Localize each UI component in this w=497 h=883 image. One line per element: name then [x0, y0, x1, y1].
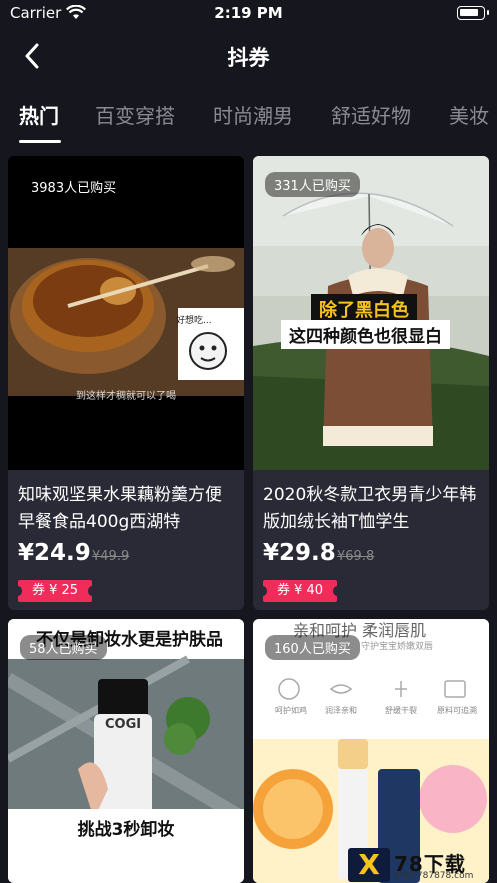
- sold-count: 58人已购买: [20, 635, 107, 660]
- coupon-badge[interactable]: 券 ¥ 40: [258, 580, 342, 602]
- category-tabs: 热门 百变穿搭 时尚潮男 舒适好物 美妆: [0, 84, 497, 146]
- tab-outfits[interactable]: 百变穿搭: [95, 100, 175, 129]
- coupon-badge[interactable]: 券 ¥ 25: [13, 580, 97, 602]
- original-price: ¥69.8: [337, 549, 375, 564]
- image-subtitle: 守护宝宝娇嫩双唇: [361, 642, 434, 652]
- watermark: X 78下载 4007787878.com: [348, 848, 495, 882]
- image-subheadline: 挑战3秒卸妆: [77, 820, 175, 840]
- status-time: 2:19 PM: [214, 4, 283, 22]
- tab-men-fashion[interactable]: 时尚潮男: [213, 100, 293, 129]
- sold-count: 3983人已购买: [31, 181, 117, 196]
- tab-beauty[interactable]: 美妆: [449, 100, 489, 129]
- product-image: 亲和呵护 柔润唇肌 160人已购买 守护宝宝娇嫩双唇 呵护如鸡 润泽亲和 舒缓干…: [253, 619, 489, 883]
- chevron-left-icon: [25, 43, 39, 69]
- product-title: 2020秋冬款卫衣男青少年韩版加绒长袖T恤学生: [263, 485, 477, 532]
- page-title: 抖券: [227, 46, 270, 70]
- battery-icon: [457, 6, 489, 20]
- product-image: 不仅是卸妆水更是护肤品 58人已购买 COGI 挑战3秒卸妆: [8, 619, 244, 883]
- status-bar: Carrier 2:19 PM: [0, 0, 497, 28]
- active-tab-indicator: [19, 140, 61, 143]
- feature-label: 呵护如鸡: [275, 706, 307, 715]
- product-card[interactable]: 亲和呵护 柔润唇肌 160人已购买 守护宝宝娇嫩双唇 呵护如鸡 润泽亲和 舒缓干…: [253, 619, 489, 883]
- product-card[interactable]: 331人已购买 除了黑白色 这四种颜色也很显白 2020秋冬款卫衣男青少年韩版加…: [253, 156, 489, 610]
- product-price: ¥29.8: [263, 540, 336, 566]
- watermark-logo: X: [348, 848, 390, 882]
- sold-count: 160人已购买: [265, 635, 360, 660]
- back-button[interactable]: [12, 38, 52, 74]
- product-title: 知味观坚果水果藕粉羹方便早餐食品400g西湖特: [18, 485, 222, 532]
- image-subtitle: 到这样才稠就可以了喝: [76, 391, 176, 402]
- image-caption: 好想吃...: [176, 316, 212, 326]
- image-subheadline: 这四种颜色也很显白: [281, 320, 450, 349]
- tab-hot[interactable]: 热门: [19, 100, 59, 129]
- feature-label: 原料可追溯: [437, 706, 477, 715]
- feature-label: 舒缓干裂: [385, 706, 417, 715]
- brand-label: COGI: [105, 717, 142, 732]
- sold-count: 331人已购买: [265, 172, 360, 197]
- nav-bar: 抖券: [0, 28, 497, 84]
- product-image: 331人已购买 除了黑白色 这四种颜色也很显白: [253, 156, 489, 470]
- product-price: ¥24.9: [18, 540, 91, 566]
- feature-label: 润泽亲和: [325, 706, 357, 715]
- product-card[interactable]: 不仅是卸妆水更是护肤品 58人已购买 COGI 挑战3秒卸妆: [8, 619, 244, 883]
- product-image: 3983人已购买 好想吃... 到这样才稠就可以了喝: [8, 156, 244, 470]
- original-price: ¥49.9: [92, 549, 130, 564]
- tab-comfort-goods[interactable]: 舒适好物: [331, 100, 411, 129]
- product-card[interactable]: 3983人已购买 好想吃... 到这样才稠就可以了喝 知味观坚果水果藕粉羹方便早…: [8, 156, 244, 610]
- watermark-url: 4007787878.com: [394, 871, 474, 881]
